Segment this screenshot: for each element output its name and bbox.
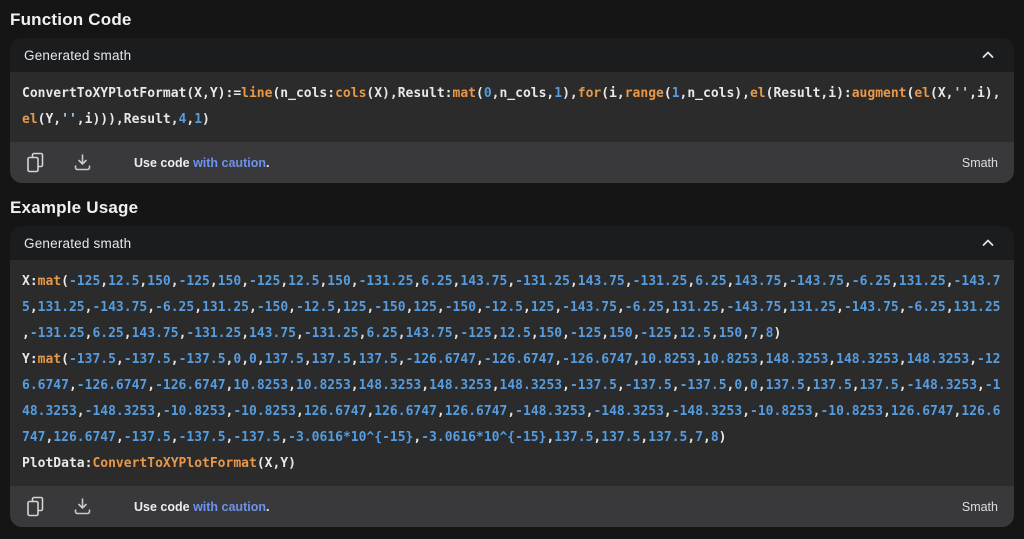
code-block-header[interactable]: Generated smath: [10, 38, 1014, 72]
code-block-title: Generated smath: [24, 236, 131, 251]
use-code-note: Use code with caution.: [134, 156, 269, 170]
download-icon: [73, 497, 92, 516]
copy-button[interactable]: [24, 494, 47, 519]
code-line: PlotData:ConvertToXYPlotFormat(X,Y): [22, 451, 1002, 477]
code-line: ,-131.25,6.25,143.75,-131.25,143.75,-131…: [22, 321, 1002, 347]
with-caution-link[interactable]: with caution: [193, 500, 266, 514]
code-line: el(Y,'',i))),Result,4,1): [22, 107, 1002, 133]
collapse-button[interactable]: [978, 233, 998, 253]
copy-icon: [26, 152, 45, 173]
download-button[interactable]: [71, 495, 94, 518]
chevron-up-icon: [980, 235, 996, 251]
code-area: X:mat(-125,12.5,150,-125,150,-125,12.5,1…: [10, 260, 1014, 486]
code-line: X:mat(-125,12.5,150,-125,150,-125,12.5,1…: [22, 269, 1002, 295]
code-block-title: Generated smath: [24, 48, 131, 63]
code-line: 6.6747,-126.6747,-126.6747,10.8253,10.82…: [22, 373, 1002, 399]
brand-label: Smath: [962, 156, 998, 170]
copy-icon: [26, 496, 45, 517]
code-block-footer: Use code with caution. Smath: [10, 486, 1014, 527]
code-line: 5,131.25,-143.75,-6.25,131.25,-150,-12.5…: [22, 295, 1002, 321]
download-button[interactable]: [71, 151, 94, 174]
section-title-example-usage: Example Usage: [10, 198, 1024, 218]
code-block-header[interactable]: Generated smath: [10, 226, 1014, 260]
function-code-block: Generated smath ConvertToXYPlotFormat(X,…: [10, 38, 1014, 183]
code-area: ConvertToXYPlotFormat(X,Y):=line(n_cols:…: [10, 72, 1014, 142]
collapse-button[interactable]: [978, 45, 998, 65]
code-line: ConvertToXYPlotFormat(X,Y):=line(n_cols:…: [22, 81, 1002, 107]
with-caution-link[interactable]: with caution: [193, 156, 266, 170]
use-code-note: Use code with caution.: [134, 500, 269, 514]
chevron-up-icon: [980, 47, 996, 63]
download-icon: [73, 153, 92, 172]
brand-label: Smath: [962, 500, 998, 514]
code-block-footer: Use code with caution. Smath: [10, 142, 1014, 183]
period-text: .: [266, 156, 269, 170]
use-code-text: Use code: [134, 156, 193, 170]
section-title-function-code: Function Code: [10, 10, 1024, 30]
code-line: 747,126.6747,-137.5,-137.5,-137.5,-3.061…: [22, 425, 1002, 451]
period-text: .: [266, 500, 269, 514]
copy-button[interactable]: [24, 150, 47, 175]
example-usage-block: Generated smath X:mat(-125,12.5,150,-125…: [10, 226, 1014, 527]
code-line: 48.3253,-148.3253,-10.8253,-10.8253,126.…: [22, 399, 1002, 425]
use-code-text: Use code: [134, 500, 193, 514]
code-line: Y:mat(-137.5,-137.5,-137.5,0,0,137.5,137…: [22, 347, 1002, 373]
